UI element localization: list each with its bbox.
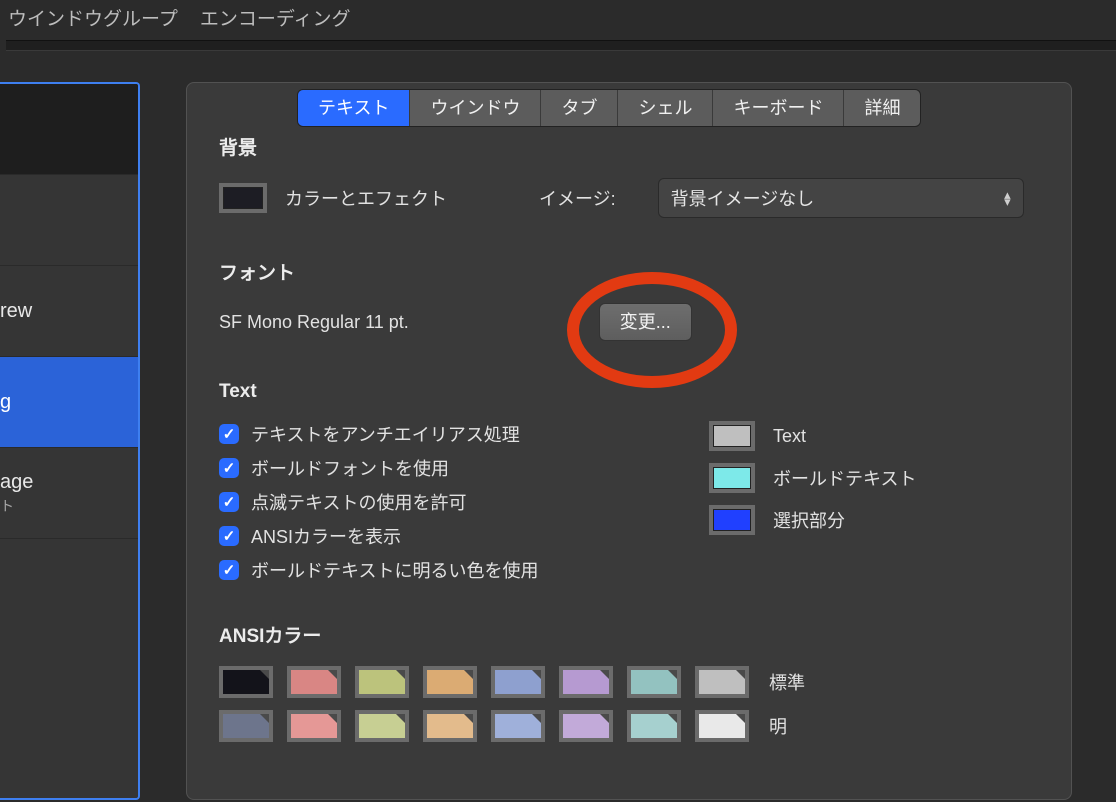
settings-tabs: テキスト ウインドウ タブ シェル キーボード 詳細 <box>297 89 921 127</box>
checkbox-icon <box>219 560 239 580</box>
checkbox-bright-bold[interactable]: ボールドテキストに明るい色を使用 <box>219 557 649 583</box>
section-text-title: Text <box>219 381 1039 403</box>
settings-panel: テキスト ウインドウ タブ シェル キーボード 詳細 背景 カラーとエフェクト … <box>186 82 1072 800</box>
selection-color-label: 選択部分 <box>773 507 845 533</box>
checkbox-icon <box>219 424 239 444</box>
ansi-color-well[interactable] <box>355 710 409 742</box>
ansi-color-well[interactable] <box>287 666 341 698</box>
toolbar-tab-window-group[interactable]: ウインドウグループ <box>6 2 180 33</box>
text-color-label: Text <box>773 426 806 447</box>
sidebar-item[interactable] <box>0 84 138 175</box>
ansi-color-well[interactable] <box>695 666 749 698</box>
ansi-color-well[interactable] <box>491 666 545 698</box>
bold-text-color-well[interactable] <box>709 463 755 493</box>
current-font-label: SF Mono Regular 11 pt. <box>219 312 409 333</box>
section-font-title: フォント <box>219 258 1039 285</box>
section-background-title: 背景 <box>219 133 1039 160</box>
sidebar-item-selected[interactable]: g <box>0 357 138 448</box>
tab-keyboard[interactable]: キーボード <box>712 90 843 126</box>
ansi-color-well[interactable] <box>627 666 681 698</box>
tab-tab[interactable]: タブ <box>540 90 617 126</box>
toolbar-tabs: ウインドウグループ エンコーディング <box>6 2 353 33</box>
checkbox-bold-font[interactable]: ボールドフォントを使用 <box>219 455 649 481</box>
ansi-color-well[interactable] <box>695 710 749 742</box>
toolbar-tab-encoding[interactable]: エンコーディング <box>198 2 353 33</box>
ansi-color-well[interactable] <box>423 710 477 742</box>
sidebar-item[interactable]: rew <box>0 266 138 357</box>
toolbar-separator <box>6 40 1116 51</box>
ansi-bright-label: 明 <box>769 713 787 739</box>
background-color-well[interactable] <box>219 183 267 213</box>
tab-advanced[interactable]: 詳細 <box>843 90 920 126</box>
ansi-bright-row: 明 <box>219 710 1039 742</box>
checkbox-icon <box>219 492 239 512</box>
popup-arrows-icon: ▴▾ <box>1004 191 1011 205</box>
change-font-button[interactable]: 変更... <box>599 303 692 341</box>
ansi-color-well[interactable] <box>559 710 613 742</box>
sidebar-empty <box>0 539 138 799</box>
checkbox-icon <box>219 458 239 478</box>
bold-text-color-label: ボールドテキスト <box>773 465 916 491</box>
ansi-normal-row: 標準 <box>219 666 1039 698</box>
ansi-color-well[interactable] <box>491 710 545 742</box>
ansi-color-well[interactable] <box>219 710 273 742</box>
background-image-value: 背景イメージなし <box>671 185 815 211</box>
ansi-color-well[interactable] <box>627 710 681 742</box>
image-label: イメージ: <box>539 185 616 211</box>
ansi-color-well[interactable] <box>423 666 477 698</box>
ansi-color-well[interactable] <box>219 666 273 698</box>
background-image-popup[interactable]: 背景イメージなし ▴▾ <box>658 178 1024 218</box>
sidebar-item[interactable]: age ト <box>0 448 138 539</box>
text-color-well[interactable] <box>709 421 755 451</box>
ansi-color-well[interactable] <box>287 710 341 742</box>
tab-window[interactable]: ウインドウ <box>409 90 540 126</box>
section-ansi-title: ANSIカラー <box>219 621 1039 648</box>
ansi-normal-label: 標準 <box>769 669 805 695</box>
checkbox-icon <box>219 526 239 546</box>
checkbox-ansi-colors[interactable]: ANSIカラーを表示 <box>219 523 649 549</box>
selection-color-well[interactable] <box>709 505 755 535</box>
ansi-color-well[interactable] <box>355 666 409 698</box>
change-font-highlight: 変更... <box>599 303 692 341</box>
checkbox-blink-text[interactable]: 点滅テキストの使用を許可 <box>219 489 649 515</box>
tab-shell[interactable]: シェル <box>617 90 712 126</box>
checkbox-antialias[interactable]: テキストをアンチエイリアス処理 <box>219 421 649 447</box>
tab-text[interactable]: テキスト <box>298 90 409 126</box>
color-effects-label: カラーとエフェクト <box>285 185 447 211</box>
sidebar-item[interactable] <box>0 175 138 266</box>
ansi-color-well[interactable] <box>559 666 613 698</box>
profiles-sidebar[interactable]: rew g age ト <box>0 82 140 800</box>
